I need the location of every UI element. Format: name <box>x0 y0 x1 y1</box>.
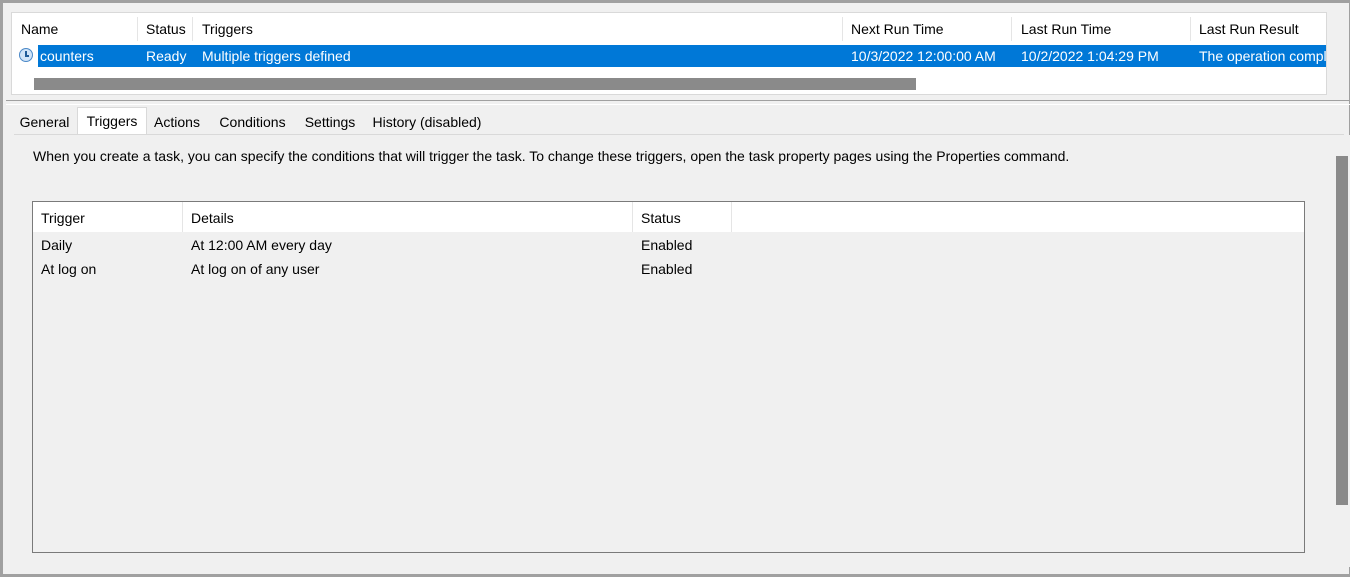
task-row[interactable]: counters Ready Multiple triggers defined… <box>12 45 1326 67</box>
triggers-table[interactable]: Trigger Details Status Daily At 12:00 AM… <box>32 201 1305 553</box>
trigger-status: Enabled <box>641 261 693 277</box>
column-header-status[interactable]: Status <box>146 13 186 45</box>
task-next-run-time: 10/3/2022 12:00:00 AM <box>851 48 996 64</box>
task-scheduler-window: Name Status Triggers Next Run Time Last … <box>0 0 1350 577</box>
trigger-type: Daily <box>41 237 73 253</box>
column-header-last-run-time[interactable]: Last Run Time <box>1021 13 1111 45</box>
tab-history[interactable]: History (disabled) <box>365 110 489 134</box>
task-list-header: Name Status Triggers Next Run Time Last … <box>12 13 1326 45</box>
task-list[interactable]: Name Status Triggers Next Run Time Last … <box>11 12 1327 95</box>
tab-conditions[interactable]: Conditions <box>210 110 295 134</box>
column-header-next-run-time[interactable]: Next Run Time <box>851 13 944 45</box>
horizontal-scrollbar-thumb[interactable] <box>34 78 916 90</box>
tab-triggers[interactable]: Triggers <box>77 107 147 135</box>
column-header-last-run-result[interactable]: Last Run Result <box>1199 13 1299 45</box>
task-name: counters <box>40 48 94 64</box>
column-header-name[interactable]: Name <box>21 13 58 45</box>
pane-splitter[interactable] <box>6 100 1350 105</box>
triggers-description: When you create a task, you can specify … <box>33 148 1070 164</box>
triggers-table-header: Trigger Details Status <box>33 202 1304 232</box>
tab-actions[interactable]: Actions <box>146 110 208 134</box>
column-separator[interactable] <box>192 17 193 41</box>
table-row[interactable]: At log on At log on of any user Enabled <box>33 257 1304 281</box>
trigger-type: At log on <box>41 261 97 277</box>
tab-settings[interactable]: Settings <box>297 110 363 134</box>
column-separator[interactable] <box>842 17 843 41</box>
tab-general[interactable]: General <box>13 110 76 134</box>
column-header-triggers[interactable]: Triggers <box>202 13 253 45</box>
column-separator[interactable] <box>137 17 138 41</box>
column-header-trigger[interactable]: Trigger <box>41 202 85 235</box>
task-last-run-result: The operation completed successfully. <box>1199 48 1326 64</box>
column-separator[interactable] <box>1011 17 1012 41</box>
task-last-run-time: 10/2/2022 1:04:29 PM <box>1021 48 1159 64</box>
trigger-status: Enabled <box>641 237 693 253</box>
trigger-details: At 12:00 AM every day <box>191 237 332 253</box>
task-status: Ready <box>146 48 187 64</box>
column-separator[interactable] <box>632 202 633 232</box>
column-separator[interactable] <box>1190 17 1191 41</box>
task-triggers: Multiple triggers defined <box>202 48 351 64</box>
vertical-scrollbar-thumb[interactable] <box>1336 156 1348 505</box>
column-separator[interactable] <box>182 202 183 232</box>
column-header-details[interactable]: Details <box>191 202 234 235</box>
table-row[interactable]: Daily At 12:00 AM every day Enabled <box>33 233 1304 257</box>
trigger-details: At log on of any user <box>191 261 320 277</box>
triggers-panel: When you create a task, you can specify … <box>14 134 1350 568</box>
clock-icon <box>19 48 33 62</box>
column-separator[interactable] <box>731 202 732 232</box>
column-header-status[interactable]: Status <box>641 202 681 235</box>
